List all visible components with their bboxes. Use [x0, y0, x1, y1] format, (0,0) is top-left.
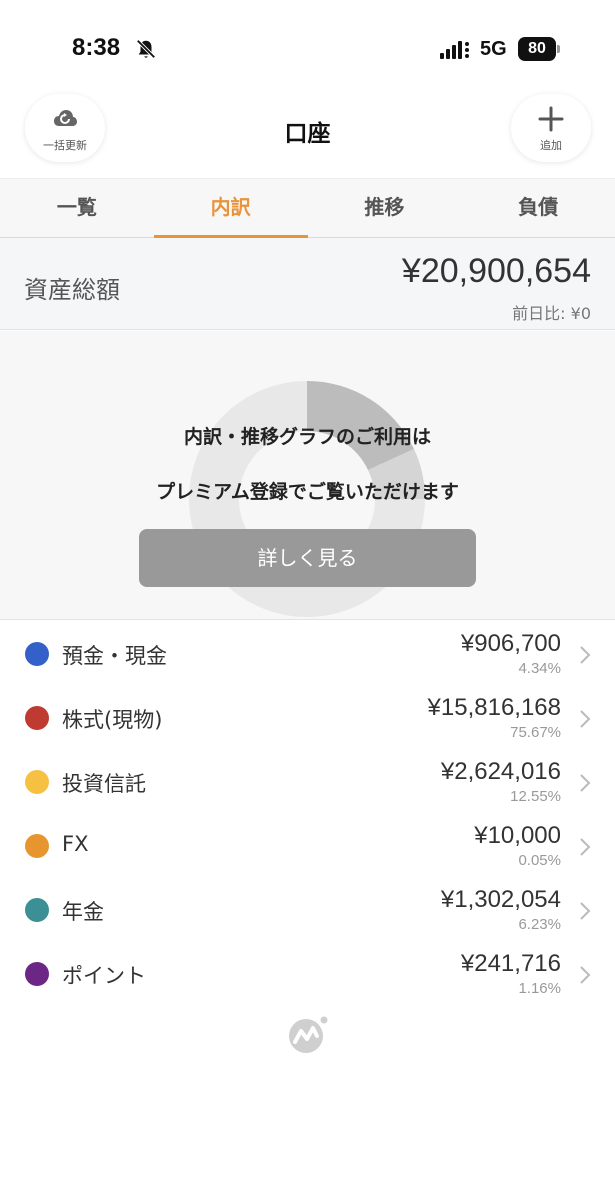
header: 一括更新 口座 追加: [0, 92, 615, 178]
category-amount: ¥10,000: [474, 822, 561, 849]
add-button[interactable]: 追加: [511, 94, 591, 162]
category-color-dot: [25, 642, 49, 666]
category-percent: 12.55%: [510, 788, 561, 805]
category-percent: 6.23%: [518, 916, 561, 933]
breakdown-chart-area: 内訳・推移グラフのご利用は プレミアム登録でご覧いただけます 詳しく見る: [0, 331, 615, 620]
category-percent: 4.34%: [518, 660, 561, 677]
category-amount: ¥906,700: [460, 630, 561, 657]
total-assets-panel: 資産総額 ¥20,900,654 前日比: ¥0: [0, 238, 615, 330]
brand-logo-icon: [289, 1016, 328, 1053]
total-assets-value: ¥20,900,654: [401, 252, 591, 290]
add-label: 追加: [540, 139, 562, 152]
list-item[interactable]: ポイント ¥241,716 1.16%: [0, 942, 615, 1006]
category-name: 年金: [62, 900, 104, 924]
tab-bar: 一覧 内訳 推移 負債: [0, 178, 615, 239]
category-amount: ¥15,816,168: [427, 694, 561, 721]
category-name: 預金・現金: [62, 644, 167, 668]
list-item[interactable]: 投資信託 ¥2,624,016 12.55%: [0, 750, 615, 814]
tab-list[interactable]: 一覧: [0, 179, 154, 237]
category-color-dot: [25, 834, 49, 858]
tab-trend[interactable]: 推移: [308, 179, 462, 237]
category-name: FX: [62, 832, 89, 856]
plus-icon: [538, 106, 564, 132]
asset-category-list: 預金・現金 ¥906,700 4.34% 株式(現物) ¥15,816,168 …: [0, 622, 615, 1006]
tab-breakdown[interactable]: 内訳: [153, 179, 308, 239]
category-name: ポイント: [62, 964, 146, 988]
premium-message-line1: 内訳・推移グラフのご利用は: [183, 426, 431, 448]
category-color-dot: [25, 706, 49, 730]
signal-icon: [440, 41, 469, 59]
status-time: 8:38: [72, 34, 121, 61]
battery-icon: 80: [518, 37, 560, 61]
network-type: 5G: [480, 38, 507, 60]
category-amount: ¥2,624,016: [440, 758, 561, 785]
category-percent: 1.16%: [518, 980, 561, 997]
category-color-dot: [25, 962, 49, 986]
category-name: 株式(現物): [62, 708, 163, 732]
chevron-right-icon: [580, 646, 591, 664]
battery-level: 80: [518, 37, 556, 61]
chevron-right-icon: [580, 774, 591, 792]
chevron-right-icon: [580, 902, 591, 920]
see-details-button[interactable]: 詳しく見る: [139, 529, 476, 587]
list-item[interactable]: 預金・現金 ¥906,700 4.34%: [0, 622, 615, 686]
app-screen: 8:38 5G 80 一括更新 口座 追加 一覧 内訳 推移 負債 資産総額 ¥…: [0, 0, 615, 1200]
list-item[interactable]: 株式(現物) ¥15,816,168 75.67%: [0, 686, 615, 750]
category-percent: 75.67%: [510, 724, 561, 741]
category-percent: 0.05%: [518, 852, 561, 869]
category-name: 投資信託: [62, 772, 146, 796]
category-amount: ¥1,302,054: [440, 886, 561, 913]
list-item[interactable]: FX ¥10,000 0.05%: [0, 814, 615, 878]
chevron-right-icon: [580, 838, 591, 856]
chevron-right-icon: [580, 966, 591, 984]
chevron-right-icon: [580, 710, 591, 728]
status-bar: 8:38 5G 80: [0, 0, 615, 96]
bell-slash-icon: [136, 39, 156, 59]
list-item[interactable]: 年金 ¥1,302,054 6.23%: [0, 878, 615, 942]
premium-message-line2: プレミアム登録でご覧いただけます: [156, 481, 459, 503]
day-change: 前日比: ¥0: [512, 304, 591, 323]
tab-liabilities[interactable]: 負債: [461, 179, 615, 237]
category-amount: ¥241,716: [460, 950, 561, 977]
category-color-dot: [25, 770, 49, 794]
total-assets-label: 資産総額: [24, 276, 120, 304]
category-color-dot: [25, 898, 49, 922]
